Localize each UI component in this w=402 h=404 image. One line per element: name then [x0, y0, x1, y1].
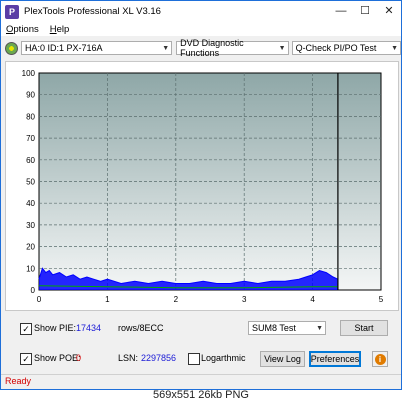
y-tick-label: 0: [31, 286, 36, 295]
pi-po-chart: 100 90 80 70 60 50 40 30 20 10 0 0 1 2 3 4 5: [5, 61, 399, 311]
poe-value: 0: [76, 353, 82, 363]
chevron-down-icon: ▼: [391, 44, 398, 52]
logarithmic-label: Logarthmic: [201, 353, 246, 363]
x-tick-label: 5: [379, 295, 384, 304]
x-tick-label: 3: [242, 295, 247, 304]
status-text: Ready: [5, 376, 32, 386]
show-poe-label: Show POE:: [34, 353, 81, 363]
title-bar: P PlexTools Professional XL V3.16 — ☐ ✕: [1, 1, 401, 22]
lsn-value: 2297856: [141, 353, 177, 363]
y-tick-label: 90: [26, 91, 35, 100]
x-tick-label: 0: [37, 295, 42, 304]
y-tick-label: 30: [26, 221, 35, 230]
close-icon[interactable]: ✕: [377, 1, 401, 22]
info-icon: i: [374, 353, 386, 365]
poe-row: ✓ Show POE: 0 LSN: 2297856 Logarthmic Vi…: [1, 349, 401, 369]
test-select[interactable]: Q-Check PI/PO Test ▼: [291, 41, 401, 55]
logarithmic-checkbox[interactable]: [188, 353, 200, 365]
start-button[interactable]: Start: [340, 320, 388, 336]
y-tick-label: 100: [22, 69, 36, 78]
chevron-down-icon: ▼: [316, 324, 323, 332]
menu-help[interactable]: Help: [45, 24, 76, 35]
pie-value: 17434: [76, 323, 102, 333]
pie-unit: rows/8ECC: [118, 323, 164, 333]
view-log-button[interactable]: View Log: [260, 351, 305, 367]
menu-options[interactable]: Options: [1, 24, 45, 35]
function-select[interactable]: DVD Diagnostic Functions ▼: [176, 38, 289, 58]
x-tick-label: 2: [174, 295, 179, 304]
y-tick-label: 50: [26, 178, 35, 187]
chart-svg: 10090807060504030201000 1 2 3 4 5: [22, 69, 384, 304]
menu-bar: Options Help: [1, 22, 401, 36]
y-tick-label: 80: [26, 112, 35, 121]
show-poe-checkbox[interactable]: ✓: [20, 353, 32, 365]
status-bar: Ready: [1, 374, 401, 389]
drive-select[interactable]: HA:0 ID:1 PX-716A ▼: [20, 41, 173, 55]
y-tick-label: 70: [26, 134, 35, 143]
lsn-label: LSN:: [118, 353, 139, 363]
pie-row: ✓ Show PIE: 17434 rows/8ECC SUM8 Test ▼ S…: [1, 319, 401, 339]
help-button[interactable]: i: [372, 351, 388, 367]
x-tick-label: 4: [310, 295, 315, 304]
y-tick-label: 40: [26, 199, 35, 208]
disc-drive-icon: [5, 41, 18, 55]
show-pie-checkbox[interactable]: ✓: [20, 323, 32, 335]
app-window: P PlexTools Professional XL V3.16 — ☐ ✕ …: [0, 0, 402, 390]
controls-panel: ✓ Show PIE: 17434 rows/8ECC SUM8 Test ▼ S…: [1, 317, 401, 377]
toolbar: HA:0 ID:1 PX-716A ▼ DVD Diagnostic Functi…: [1, 37, 401, 59]
preferences-button[interactable]: Preferences: [309, 351, 361, 367]
test-mode-select[interactable]: SUM8 Test ▼: [248, 321, 326, 335]
window-title: PlexTools Professional XL V3.16: [24, 6, 161, 17]
maximize-icon[interactable]: ☐: [353, 1, 377, 22]
app-icon: P: [5, 4, 19, 19]
minimize-icon[interactable]: —: [329, 1, 353, 22]
chevron-down-icon: ▼: [162, 44, 170, 52]
image-caption: 569x551 26kb PNG: [152, 389, 249, 401]
chevron-down-icon: ▼: [278, 44, 286, 52]
show-pie-label: Show PIE:: [34, 323, 77, 333]
y-tick-label: 10: [26, 264, 35, 273]
y-tick-label: 20: [26, 243, 35, 252]
x-tick-label: 1: [105, 295, 110, 304]
y-tick-label: 60: [26, 156, 35, 165]
